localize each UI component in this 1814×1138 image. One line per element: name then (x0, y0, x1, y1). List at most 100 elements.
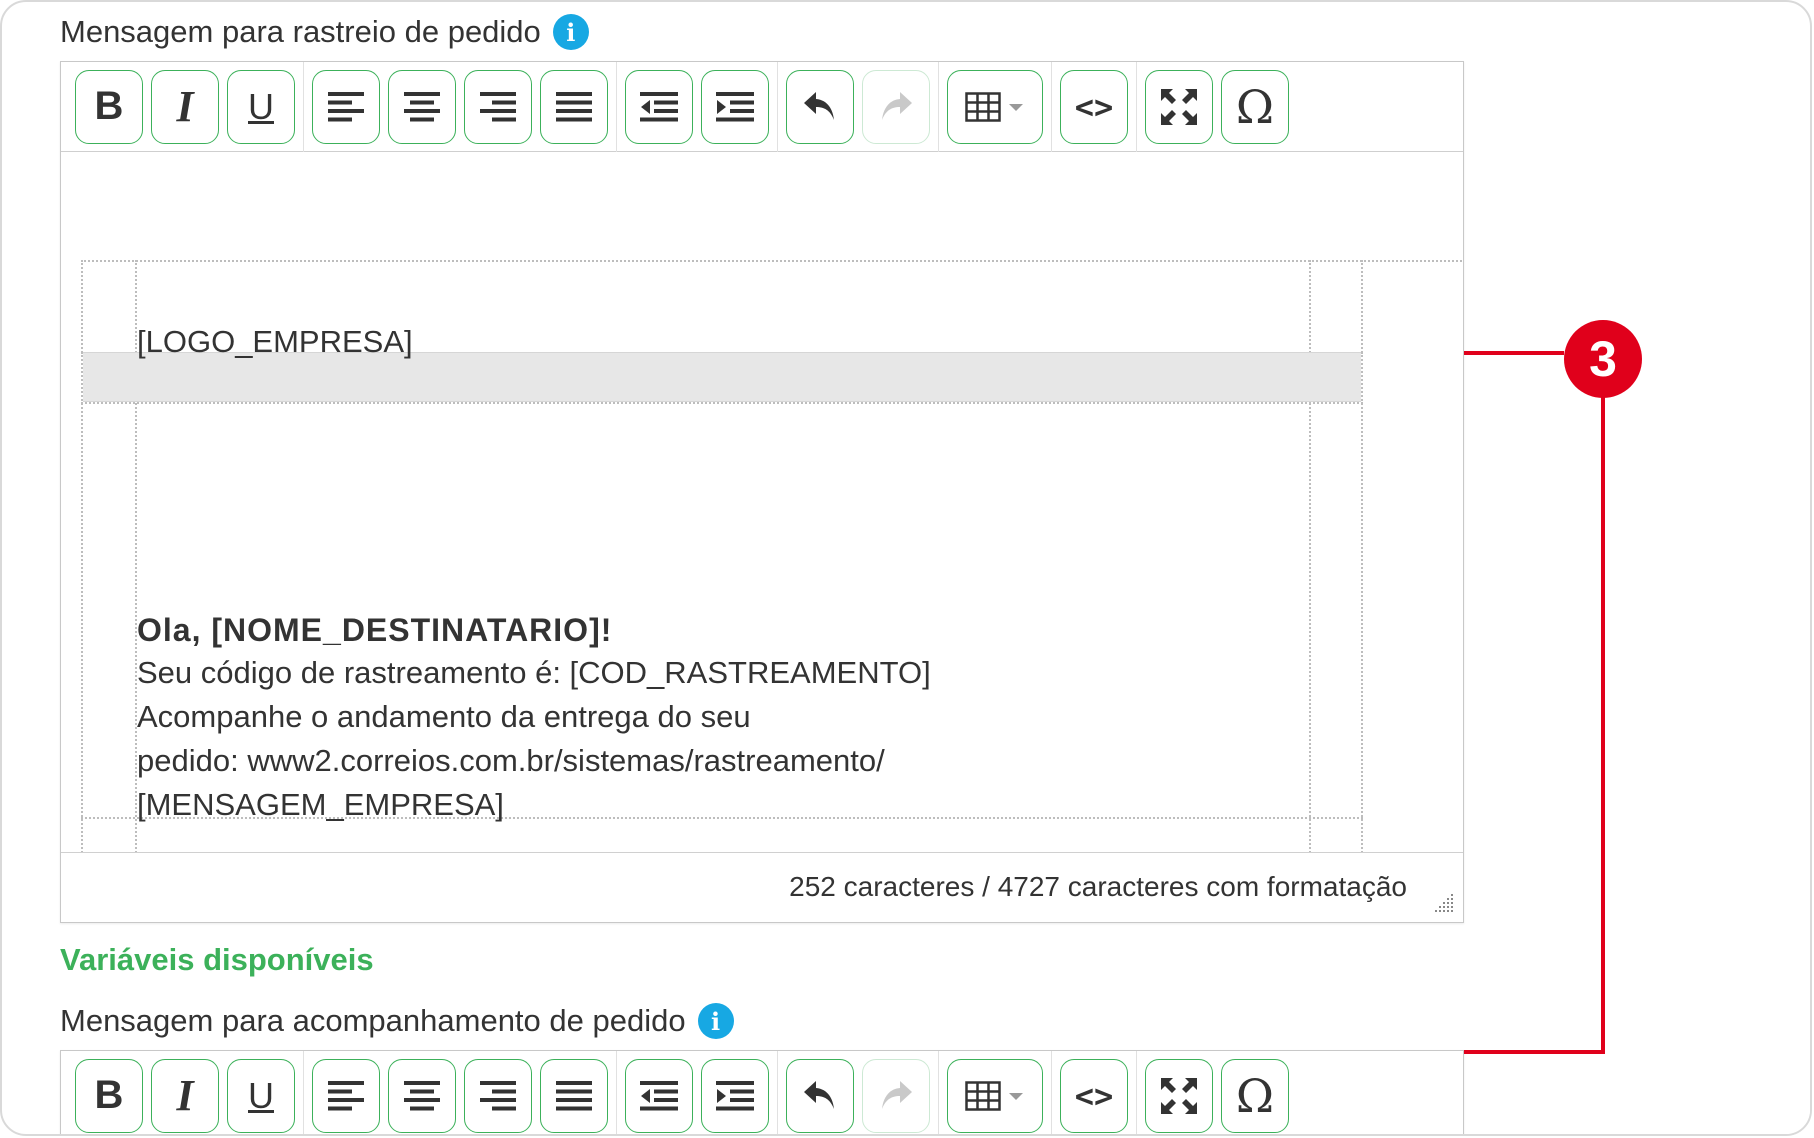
italic-button[interactable]: I (151, 69, 219, 144)
code-group: <> (1052, 61, 1137, 152)
align-right-button[interactable] (464, 69, 532, 144)
justify-button[interactable] (540, 69, 608, 144)
history-group (778, 61, 939, 152)
misc-group: Ω (1137, 1051, 1297, 1135)
undo-icon (804, 1080, 834, 1109)
char-count: 252 caracteres / 4727 caracteres com for… (789, 871, 1407, 902)
italic-icon: I (176, 82, 194, 131)
undo-button[interactable] (786, 69, 854, 144)
source-code-button[interactable]: <> (1060, 1058, 1128, 1133)
table-guide (1361, 260, 1363, 852)
editor-toolbar: B I U <> Ω (61, 61, 1463, 152)
table-button[interactable] (947, 69, 1043, 144)
variables-heading[interactable]: Variáveis disponíveis (60, 942, 374, 978)
indent-button[interactable] (701, 69, 769, 144)
resize-grip-icon[interactable] (1433, 892, 1455, 914)
undo-icon (804, 91, 834, 120)
align-left-icon (328, 1080, 364, 1110)
company-message-placeholder: [MENSAGEM_EMPRESA] (137, 787, 504, 822)
outdent-button[interactable] (625, 1058, 693, 1133)
tracking-message-label: Mensagem para rastreio de pedido i (60, 14, 589, 50)
table-group (939, 1050, 1052, 1134)
special-char-button[interactable]: Ω (1221, 69, 1289, 144)
format-group: B I U (67, 61, 304, 152)
align-right-icon (480, 91, 516, 121)
table-guide (81, 260, 1463, 262)
undo-button[interactable] (786, 1058, 854, 1133)
table-button[interactable] (947, 1058, 1043, 1133)
underline-button[interactable]: U (227, 69, 295, 144)
redo-button[interactable] (862, 1058, 930, 1133)
align-center-button[interactable] (388, 1058, 456, 1133)
format-group: B I U (67, 1050, 304, 1134)
callout-line (1464, 1050, 1605, 1054)
outdent-icon (640, 1080, 678, 1110)
bold-icon: B (94, 84, 124, 128)
tracking-message-label-text: Mensagem para rastreio de pedido (60, 14, 541, 49)
history-group (778, 1050, 939, 1134)
justify-button[interactable] (540, 1058, 608, 1133)
indent-group (617, 61, 778, 152)
logo-placeholder: [LOGO_EMPRESA] (137, 324, 413, 359)
align-left-button[interactable] (312, 69, 380, 144)
special-char-button[interactable]: Ω (1221, 1058, 1289, 1133)
callout-badge: 3 (1564, 320, 1642, 398)
align-group (304, 61, 617, 152)
editor-toolbar: B I U <> Ω (61, 1050, 1463, 1135)
justify-icon (556, 91, 592, 121)
tracking-url-text: pedido: www2.correios.com.br/sistemas/ra… (137, 743, 885, 778)
editor-status-bar: 252 caracteres / 4727 caracteres com for… (61, 852, 1463, 922)
greeting-text: Ola, [NOME_DESTINATARIO]! (137, 612, 613, 648)
align-center-icon (404, 1080, 440, 1110)
redo-icon (882, 91, 912, 120)
fullscreen-icon (1161, 1077, 1197, 1114)
underline-icon: U (248, 85, 274, 127)
table-guide (81, 402, 1363, 404)
info-icon[interactable]: i (697, 1003, 734, 1039)
omega-icon: Ω (1235, 79, 1275, 134)
source-code-button[interactable]: <> (1060, 69, 1128, 144)
align-left-icon (328, 91, 364, 121)
editor-content[interactable]: [LOGO_EMPRESA] Ola, [NOME_DESTINATARIO]!… (61, 152, 1463, 852)
fullscreen-button[interactable] (1145, 1058, 1213, 1133)
table-guide (81, 260, 83, 852)
bold-button[interactable]: B (75, 1058, 143, 1133)
redo-icon (882, 1080, 912, 1109)
outdent-icon (640, 91, 678, 121)
underline-icon: U (248, 1074, 274, 1116)
indent-icon (716, 91, 754, 121)
align-right-button[interactable] (464, 1058, 532, 1133)
chevron-down-icon (1009, 1092, 1023, 1100)
callout-line (1464, 351, 1564, 355)
italic-icon: I (176, 1071, 194, 1120)
italic-button[interactable]: I (151, 1058, 219, 1133)
align-center-icon (404, 91, 440, 121)
underline-button[interactable]: U (227, 1058, 295, 1133)
follow-up-message-label: Mensagem para acompanhamento de pedido i (60, 1003, 734, 1039)
code-icon: <> (1074, 87, 1114, 126)
table-icon (965, 1080, 1001, 1111)
callout-line (1601, 394, 1605, 1054)
indent-button[interactable] (701, 1058, 769, 1133)
align-left-button[interactable] (312, 1058, 380, 1133)
redo-button[interactable] (862, 69, 930, 144)
bold-button[interactable]: B (75, 69, 143, 144)
omega-icon: Ω (1235, 1068, 1275, 1123)
follow-text: Acompanhe o andamento da entrega do seu (137, 699, 751, 734)
chevron-down-icon (1009, 103, 1023, 111)
background-patch (1632, 997, 1810, 1134)
code-group: <> (1052, 1050, 1137, 1134)
fullscreen-icon (1161, 88, 1197, 125)
info-icon[interactable]: i (552, 14, 589, 50)
table-group (939, 61, 1052, 152)
fullscreen-button[interactable] (1145, 69, 1213, 144)
outdent-button[interactable] (625, 69, 693, 144)
tracking-code-text: Seu código de rastreamento é: [COD_RASTR… (137, 655, 931, 690)
code-icon: <> (1074, 1076, 1114, 1115)
follow-up-message-label-text: Mensagem para acompanhamento de pedido (60, 1003, 686, 1038)
indent-icon (716, 1080, 754, 1110)
tracking-message-editor: B I U <> Ω [LOGO_EMPRESA] Ola, [NOME_DES… (60, 61, 1464, 923)
align-center-button[interactable] (388, 69, 456, 144)
align-group (304, 1050, 617, 1134)
justify-icon (556, 1080, 592, 1110)
